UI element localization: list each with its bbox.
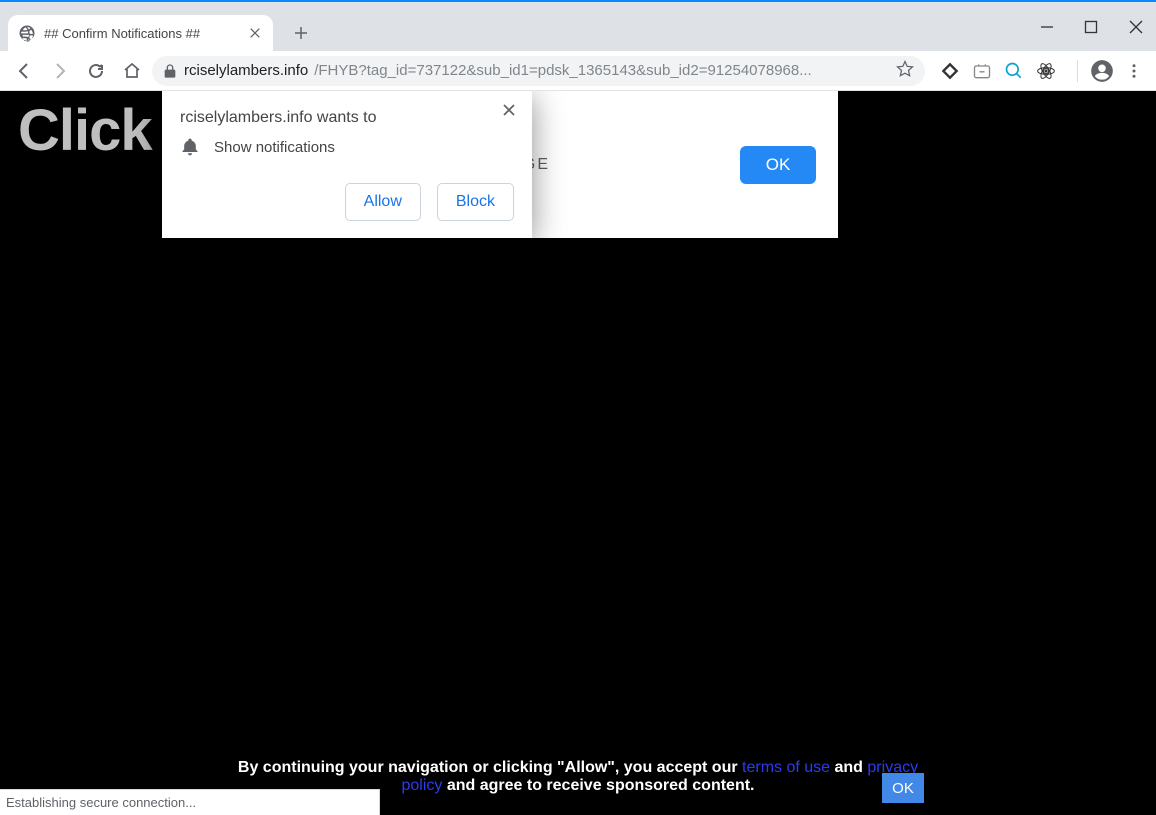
browser-tab[interactable]: ## Confirm Notifications ## [8,15,273,51]
extension-icon-2[interactable] [971,60,993,82]
tab-title: ## Confirm Notifications ## [44,26,239,41]
extension-icon-3[interactable] [1003,60,1025,82]
consent-text-2: and [830,759,867,776]
nav-reload-button[interactable] [80,55,112,87]
window-minimize-button[interactable] [1040,20,1054,34]
new-tab-button[interactable] [287,19,315,47]
extension-icons [929,60,1067,82]
bell-icon [180,137,200,157]
bookmark-star-button[interactable] [895,59,915,83]
consent-text-3: and agree to receive sponsored content. [442,777,754,794]
window-controls [1040,2,1156,51]
window-close-button[interactable] [1128,19,1144,35]
prompt-block-button[interactable]: Block [437,183,514,221]
status-bar-text: Establishing secure connection... [6,795,196,810]
page-popup-ok-button[interactable]: OK [740,146,816,184]
address-path: /FHYB?tag_id=737122&sub_id1=pdsk_1365143… [314,62,812,79]
prompt-origin-text: rciselylambers.info wants to [180,109,514,127]
nav-back-button[interactable] [8,55,40,87]
address-host: rciselylambers.info [184,62,308,79]
browser-menu-button[interactable] [1120,57,1148,85]
page-content: Click at you are PAGE OK rciselylambers.… [0,91,1156,815]
consent-ok-button[interactable]: OK [882,773,924,803]
privacy-policy-link-2[interactable]: policy [402,777,443,794]
toolbar-divider [1077,60,1078,82]
nav-home-button[interactable] [116,55,148,87]
profile-avatar-button[interactable] [1088,57,1116,85]
lock-icon [162,63,178,79]
window-titlebar: ## Confirm Notifications ## [0,0,1156,51]
notification-permission-prompt: rciselylambers.info wants to Show notifi… [162,91,532,238]
address-bar[interactable]: rciselylambers.info/FHYB?tag_id=737122&s… [152,56,925,86]
window-maximize-button[interactable] [1084,20,1098,34]
prompt-allow-button[interactable]: Allow [345,183,421,221]
extension-icon-4[interactable] [1035,60,1057,82]
tab-close-button[interactable] [247,25,263,41]
status-bar: Establishing secure connection... [0,789,380,815]
terms-of-use-link[interactable]: terms of use [742,759,830,776]
prompt-permission-row: Show notifications [180,137,514,157]
globe-icon [18,24,36,42]
nav-forward-button[interactable] [44,55,76,87]
browser-toolbar: rciselylambers.info/FHYB?tag_id=737122&s… [0,51,1156,91]
consent-text-1: By continuing your navigation or clickin… [238,759,742,776]
prompt-close-button[interactable] [500,101,518,119]
extension-icon-1[interactable] [939,60,961,82]
prompt-permission-label: Show notifications [214,139,335,156]
